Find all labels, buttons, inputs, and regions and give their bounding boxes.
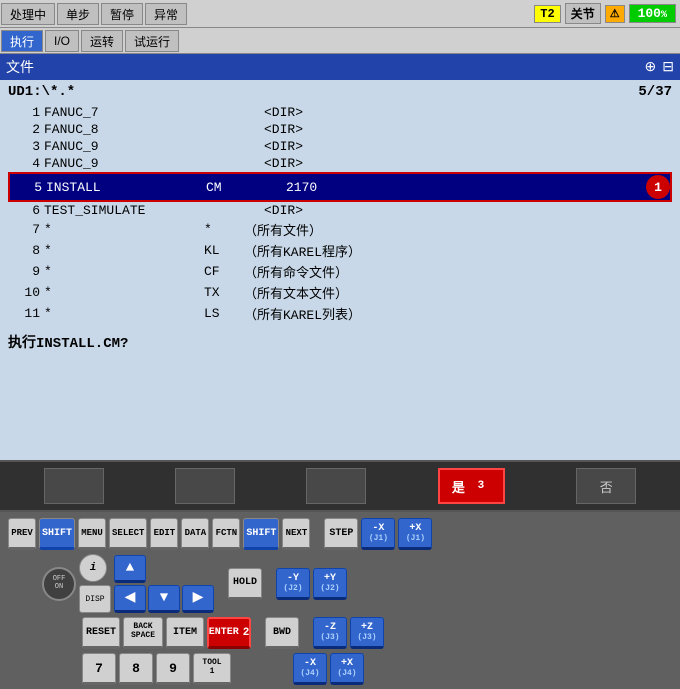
key-j4m[interactable]: -X(J4)	[293, 653, 327, 685]
status-joint: 关节	[565, 3, 601, 24]
key-j1p[interactable]: +X(J1)	[398, 518, 432, 550]
key-hold[interactable]: HOLD	[228, 568, 262, 600]
key-8[interactable]: 8	[119, 653, 153, 685]
btn-execute[interactable]: 执行	[1, 30, 43, 52]
key-offon[interactable]: OFFON	[42, 567, 76, 601]
key-fctn[interactable]: FCTN	[212, 518, 240, 550]
table-row[interactable]: 3 FANUC_9 <DIR>	[8, 138, 672, 155]
file-list-area: UD1:\*.* 5/37 1 FANUC_7 <DIR> 2 FANUC_8 …	[0, 80, 680, 460]
key-step[interactable]: STEP	[324, 518, 358, 550]
softkey-yes[interactable]: 是 3	[438, 468, 505, 504]
key-arrow-up[interactable]: ▲	[114, 555, 146, 583]
key-item[interactable]: ITEM	[166, 617, 204, 649]
warn-icon: ⚠	[605, 5, 625, 23]
key-shift-left[interactable]: SHIFT	[39, 518, 75, 550]
key-prev[interactable]: PREV	[8, 518, 36, 550]
btn-pause[interactable]: 暂停	[101, 3, 143, 25]
key-data[interactable]: DATA	[181, 518, 209, 550]
softkey-no[interactable]: 否	[576, 468, 636, 504]
file-header: 文件 ⊕ ⊟	[0, 54, 680, 80]
key-j2m[interactable]: -Y(J2)	[276, 568, 310, 600]
key-9[interactable]: 9	[156, 653, 190, 685]
file-counter: 5/37	[638, 84, 672, 100]
softkey-empty3[interactable]	[306, 468, 366, 504]
btn-processing[interactable]: 处理中	[1, 3, 55, 25]
key-edit[interactable]: EDIT	[150, 518, 178, 550]
key-select[interactable]: SELECT	[109, 518, 147, 550]
table-row[interactable]: 4 FANUC_9 <DIR>	[8, 155, 672, 172]
key-enter[interactable]: ENTER 2	[207, 617, 251, 649]
key-j2p[interactable]: +Y(J2)	[313, 568, 347, 600]
kbd-row4: 7 8 9 TOOL1 -X(J4) +X(J4)	[8, 653, 672, 685]
key-bwd[interactable]: BWD	[265, 617, 299, 649]
kbd-row1: PREV SHIFT MENU SELECT EDIT DATA FCTN SH…	[8, 518, 672, 550]
btn-test-run[interactable]: 试运行	[125, 30, 179, 52]
kbd-row3: RESET BACKSPACE ITEM ENTER 2 BWD -Z(J3) …	[8, 617, 672, 649]
key-backspace[interactable]: BACKSPACE	[123, 617, 163, 649]
toolbar-row2: 执行 I/O 运转 试运行	[0, 28, 680, 54]
file-path: UD1:\*.*	[8, 84, 75, 100]
softkey-bar: 是 3 否	[0, 460, 680, 512]
key-shift-right[interactable]: SHIFT	[243, 518, 279, 550]
badge-3: 3	[471, 476, 491, 496]
status-t2: T2	[534, 5, 560, 23]
key-arrow-down[interactable]: ▼	[148, 585, 180, 613]
badge-2: 2	[243, 623, 250, 643]
key-j3p[interactable]: +Z(J3)	[350, 617, 384, 649]
key-reset[interactable]: RESET	[82, 617, 120, 649]
btn-io[interactable]: I/O	[45, 30, 79, 52]
table-row[interactable]: 11 * LS （所有KAREL列表）	[8, 303, 672, 324]
table-row[interactable]: 6 TEST_SIMULATE <DIR>	[8, 202, 672, 219]
badge-1: 1	[646, 175, 670, 199]
btn-error[interactable]: 异常	[145, 3, 187, 25]
key-j1m[interactable]: -X(J1)	[361, 518, 395, 550]
table-row[interactable]: 1 FANUC_7 <DIR>	[8, 104, 672, 121]
confirm-line: 执行INSTALL.CM?	[8, 332, 672, 352]
status-pct: 100%	[629, 4, 676, 23]
toolbar-status: T2 关节 ⚠ 100%	[534, 3, 680, 24]
disp-info-group: i DISP	[79, 554, 111, 613]
key-next[interactable]: NEXT	[282, 518, 310, 550]
key-disp[interactable]: DISP	[79, 585, 111, 613]
key-j3m[interactable]: -Z(J3)	[313, 617, 347, 649]
kbd-row2: OFFON i DISP ▲ ◀ ▼ ▶ HOLD -Y(J2) +Y(J2)	[8, 554, 672, 613]
zoom-icon[interactable]: ⊕	[645, 59, 657, 76]
arrow-group: ▲ ◀ ▼ ▶	[114, 555, 214, 613]
toolbar-row1: 处理中 单步 暂停 异常 T2 关节 ⚠ 100%	[0, 0, 680, 28]
keyboard-area: PREV SHIFT MENU SELECT EDIT DATA FCTN SH…	[0, 512, 680, 689]
key-tool1[interactable]: TOOL1	[193, 653, 231, 685]
file-header-icons: ⊕ ⊟	[645, 59, 674, 76]
key-menu[interactable]: MENU	[78, 518, 106, 550]
table-row[interactable]: 8 * KL （所有KAREL程序）	[8, 240, 672, 261]
path-line: UD1:\*.* 5/37	[8, 84, 672, 100]
softkey-empty1[interactable]	[44, 468, 104, 504]
table-row-selected[interactable]: 5 INSTALL CM 2170 1	[8, 172, 672, 202]
key-info[interactable]: i	[79, 554, 107, 582]
file-title: 文件	[6, 57, 34, 77]
table-row[interactable]: 7 * * （所有文件）	[8, 219, 672, 240]
key-j4p[interactable]: +X(J4)	[330, 653, 364, 685]
key-arrow-left[interactable]: ◀	[114, 585, 146, 613]
softkey-empty2[interactable]	[175, 468, 235, 504]
table-row[interactable]: 2 FANUC_8 <DIR>	[8, 121, 672, 138]
btn-run[interactable]: 运转	[81, 30, 123, 52]
btn-step[interactable]: 单步	[57, 3, 99, 25]
table-row[interactable]: 10 * TX （所有文本文件）	[8, 282, 672, 303]
grid-icon[interactable]: ⊟	[662, 59, 674, 76]
key-arrow-right[interactable]: ▶	[182, 585, 214, 613]
key-7[interactable]: 7	[82, 653, 116, 685]
table-row[interactable]: 9 * CF （所有命令文件）	[8, 261, 672, 282]
